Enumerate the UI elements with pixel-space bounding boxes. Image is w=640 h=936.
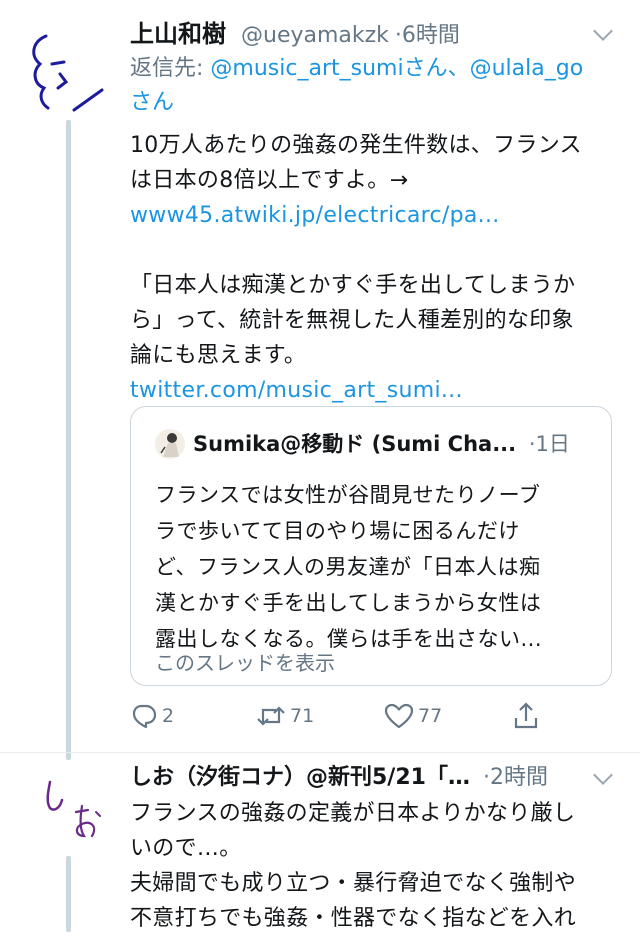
tweet-divider	[0, 752, 640, 753]
tweet-header: しお（汐街コナ）@新刊5/21「… ·2時間	[130, 762, 548, 794]
tweet-time[interactable]: ·2時間	[483, 765, 548, 790]
reply-count: 2	[162, 705, 175, 727]
like-count: 77	[418, 705, 443, 727]
tweet-body: 10万人あたりの強姦の発生件数は、フランス は日本の8倍以上ですよ。→ www4…	[130, 128, 582, 408]
chevron-down-icon[interactable]	[593, 21, 613, 41]
retweet-icon	[257, 706, 285, 726]
author-handle[interactable]: @ueyamakzk	[241, 23, 389, 48]
show-thread-link[interactable]: このスレッドを表示	[155, 649, 335, 677]
reply-mention-ulala[interactable]: @ulala_go	[470, 56, 584, 81]
tweet-body: フランスの強姦の定義が日本よりかなり厳し いので…。 夫婦間でも成り立つ・暴行脅…	[130, 796, 576, 936]
retweet-count: 71	[290, 705, 315, 727]
quote-line: フランスでは女性が谷間見せたりノーブ	[155, 483, 541, 507]
reply-to-prefix: 返信先:	[130, 56, 204, 81]
quote-body: フランスでは女性が谷間見せたりノーブ ラで歩いてて目のやり場に困るんだけ ど、フ…	[155, 477, 542, 657]
tweet-time[interactable]: ·6時間	[395, 23, 460, 48]
tweet-line: ら」って、統計を無視した人種差別的な印象	[130, 308, 574, 333]
quote-time: ·1日	[528, 432, 570, 456]
reply-separator: 、	[447, 56, 470, 81]
tweet-link-twitter[interactable]: twitter.com/music_art_sumi...	[130, 373, 582, 408]
reply-to-suffix: さん	[130, 90, 175, 115]
tweet-link-atwiki[interactable]: www45.atwiki.jp/electricarc/pa...	[130, 198, 582, 233]
tweet-line: 論にも思えます。	[130, 343, 307, 368]
tweet-line: いので…。	[130, 836, 242, 861]
thread-line	[66, 120, 71, 760]
thread-line-2	[66, 856, 71, 932]
chevron-down-icon[interactable]	[593, 765, 613, 785]
quote-avatar	[155, 429, 185, 459]
share-icon	[514, 702, 538, 729]
quote-author-name[interactable]: Sumika@移動ド (Sumi Cha...	[193, 432, 516, 456]
retweet-button[interactable]: 71	[256, 700, 314, 732]
like-icon	[384, 703, 414, 729]
tweet-line: フランスの強姦の定義が日本よりかなり厳し	[130, 801, 576, 826]
quote-avatar-figure	[160, 433, 179, 457]
quote-line: ど、フランス人の男友達が「日本人は痴	[155, 555, 541, 579]
avatar-handwritten-shio[interactable]	[36, 778, 106, 842]
quoted-tweet-card[interactable]: Sumika@移動ド (Sumi Cha... ·1日 フランスでは女性が谷間見…	[130, 406, 612, 686]
avatar-sketch-ueyama[interactable]	[22, 22, 108, 114]
tweet-line: は日本の8倍以上ですよ。→	[130, 168, 409, 193]
reply-to: 返信先: @music_art_sumiさん、@ulala_go さん	[130, 52, 620, 120]
like-button[interactable]: 77	[384, 700, 442, 732]
tweet-line: 不意打ちでも強姦・性器でなく指などを入れ	[130, 906, 577, 931]
tweet-line: 夫婦間でも成り立つ・暴行脅迫でなく強制や	[130, 871, 577, 896]
tweet-line: 10万人あたりの強姦の発生件数は、フランス	[130, 133, 582, 158]
reply-button[interactable]: 2	[130, 700, 174, 732]
author-name[interactable]: しお（汐街コナ）@新刊5/21「…	[130, 765, 470, 790]
quote-header: Sumika@移動ド (Sumi Cha... ·1日	[193, 429, 570, 459]
tweet-header: 上山和樹 @ueyamakzk ·6時間	[130, 18, 460, 52]
reply-mention-sumi[interactable]: @music_art_sumiさん	[210, 56, 447, 81]
quote-line: 漢とかすぐ手を出してしまうから女性は	[155, 591, 542, 615]
share-button[interactable]	[512, 700, 540, 732]
tweet-line: 「日本人は痴漢とかすぐ手を出してしまうか	[130, 273, 576, 298]
author-name[interactable]: 上山和樹	[130, 20, 226, 48]
reply-icon	[132, 704, 157, 729]
quote-line: ラで歩いてて目のやり場に困るんだけ	[155, 519, 520, 543]
